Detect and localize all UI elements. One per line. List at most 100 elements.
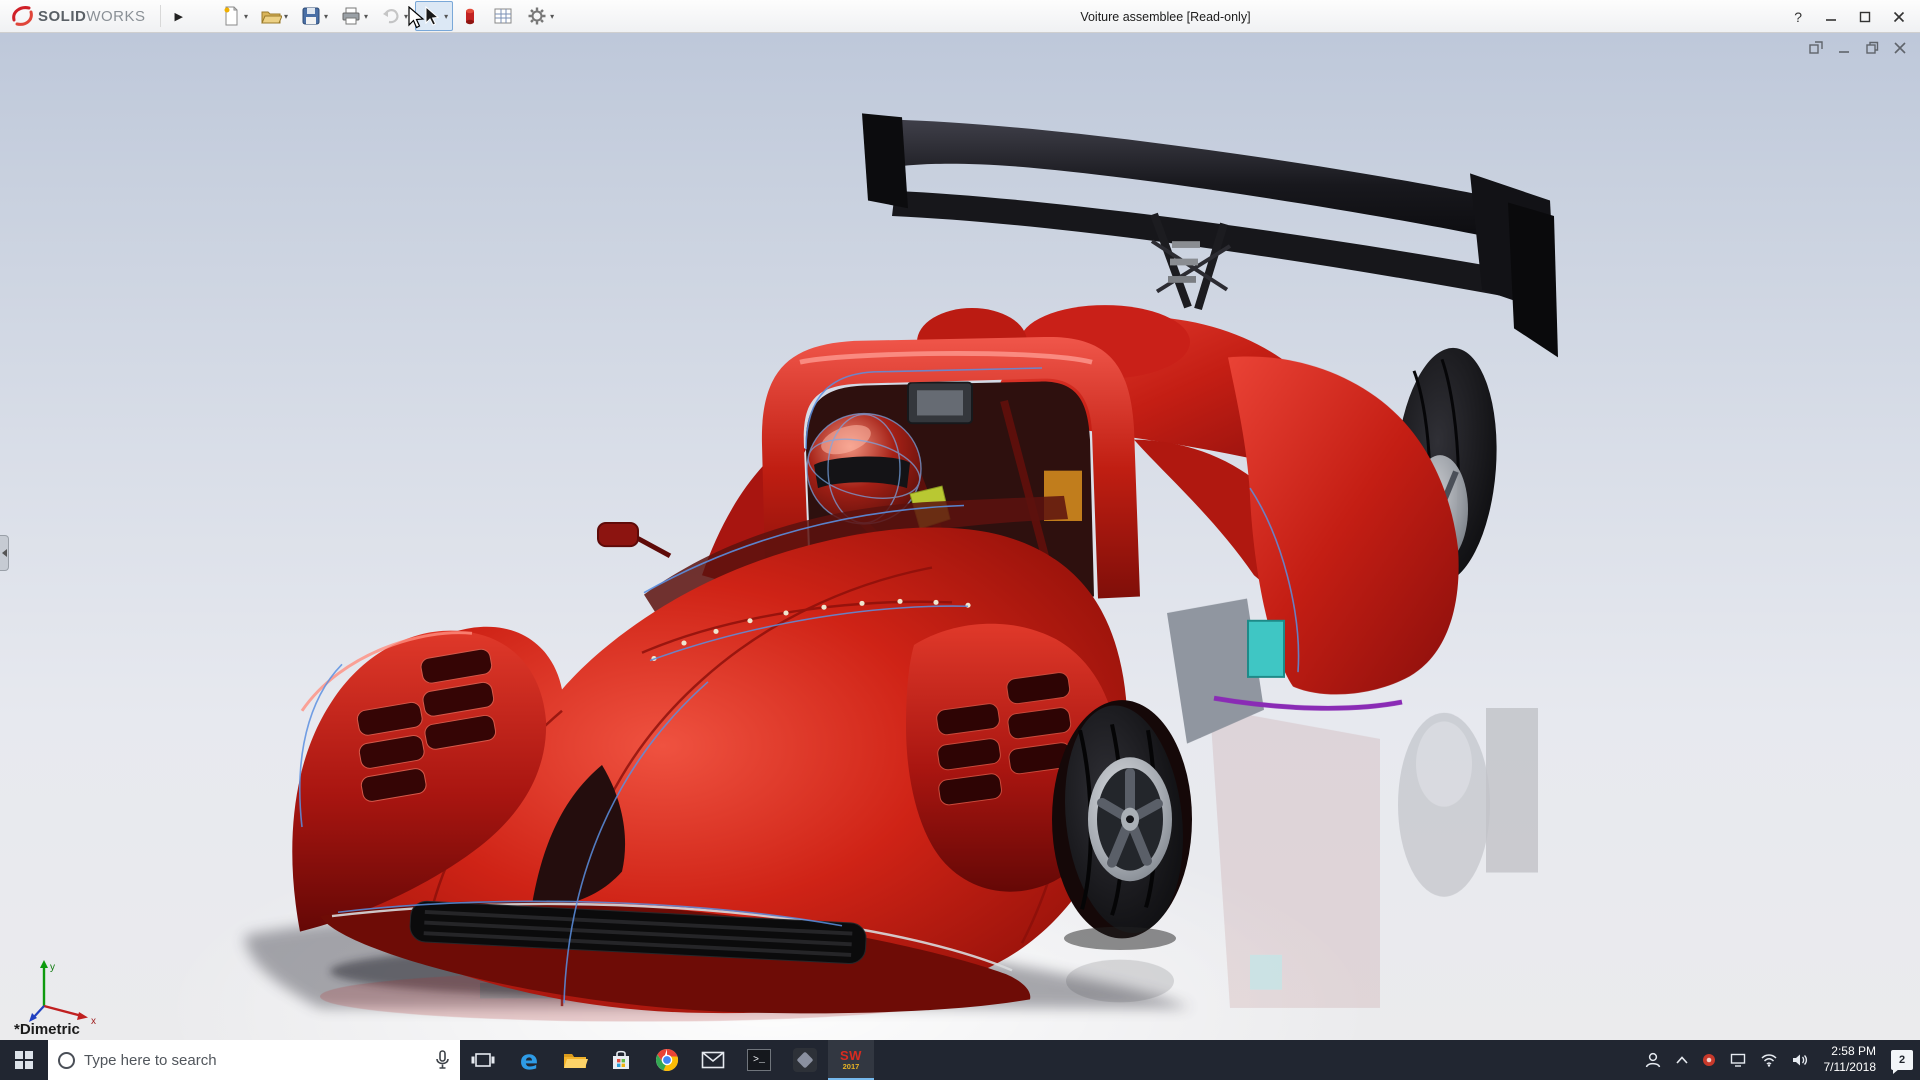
chevron-up-icon [1675, 1056, 1688, 1064]
display-icon [1730, 1053, 1745, 1067]
ds-logo-icon [12, 6, 33, 26]
app-viewer[interactable] [782, 1040, 828, 1080]
graphics-viewport[interactable]: y x *Dimetric [0, 33, 1920, 1040]
rearview-mirror[interactable] [907, 381, 973, 425]
titlebar: SOLIDWORKS ▶ ▾ ▾ ▾ ▾ ▾ ▾ ▾ Voiture assem… [0, 0, 1920, 33]
app-chrome[interactable] [644, 1040, 690, 1080]
select-cursor-icon [425, 5, 440, 26]
dropdown-caret[interactable]: ▾ [404, 12, 408, 21]
maximize-icon [1859, 11, 1871, 22]
undo-icon [383, 9, 399, 24]
task-view-button[interactable] [460, 1040, 506, 1080]
print-icon [342, 7, 360, 25]
tray-people-button[interactable] [1637, 1040, 1669, 1080]
design-table-icon [494, 8, 512, 24]
tray-app-red[interactable] [1695, 1040, 1723, 1080]
start-button[interactable] [0, 1040, 48, 1080]
minimize-document-button[interactable] [1836, 40, 1852, 56]
window-title: Voiture assemblee [Read-only] [1080, 9, 1251, 24]
notification-badge: 2 [1898, 1054, 1906, 1066]
tray-show-hidden-button[interactable] [1669, 1040, 1695, 1080]
red-app-icon [1702, 1054, 1715, 1066]
network-wifi-icon [1760, 1054, 1777, 1067]
design-table-button[interactable] [487, 1, 519, 31]
new-document-button[interactable]: ▾ [215, 1, 253, 31]
save-icon [302, 7, 320, 25]
options-button[interactable]: ▾ [521, 1, 559, 31]
task-view-icon [471, 1053, 495, 1067]
open-document-button[interactable]: ▾ [255, 1, 293, 31]
menu-expand-arrow[interactable]: ▶ [167, 8, 191, 25]
axis-triad: y x [29, 960, 96, 1026]
tray-display-button[interactable] [1723, 1040, 1753, 1080]
dropdown-caret[interactable]: ▾ [244, 12, 248, 21]
clock-time: 2:58 PM [1831, 1044, 1876, 1059]
axis-y-label: y [50, 962, 55, 973]
macro-record-button[interactable] [455, 1, 485, 31]
restore-document-button[interactable] [1864, 40, 1880, 56]
car-model-3d[interactable] [0, 33, 1920, 1040]
window-controls: ? [1784, 0, 1914, 33]
chrome-icon [655, 1048, 679, 1071]
maximize-button[interactable] [1850, 5, 1880, 29]
edge-icon: e [519, 1044, 539, 1076]
taskbar-search[interactable] [48, 1040, 460, 1080]
solidworks-logo: SOLIDWORKS [0, 4, 154, 28]
action-center-button[interactable]: 2 [1884, 1040, 1920, 1080]
front-wheel[interactable] [1052, 700, 1194, 950]
dropdown-caret[interactable]: ▾ [444, 12, 448, 21]
microphone-icon[interactable] [435, 1050, 450, 1070]
view-orientation-label: *Dimetric [14, 1021, 80, 1038]
minimize-icon [1826, 18, 1836, 21]
solidworks-taskbar-icon: SW 2017 [840, 1048, 862, 1072]
dropdown-caret[interactable]: ▾ [284, 12, 288, 21]
close-button[interactable] [1884, 5, 1914, 29]
dropdown-caret[interactable]: ▾ [364, 12, 368, 21]
document-window-controls [1808, 40, 1908, 56]
store-icon [613, 1050, 629, 1069]
macro-record-icon [466, 8, 475, 25]
axis-x-label: x [91, 1016, 96, 1026]
left-side-mirror[interactable] [597, 521, 672, 558]
cortana-icon [58, 1051, 75, 1069]
file-explorer-icon [564, 1054, 588, 1068]
volume-icon [1792, 1054, 1807, 1066]
console-icon: >_ [747, 1049, 771, 1071]
tray-volume-button[interactable] [1785, 1040, 1816, 1080]
search-input[interactable] [84, 1051, 426, 1069]
tray-clock[interactable]: 2:58 PM 7/11/2018 [1816, 1044, 1885, 1075]
float-window-button[interactable] [1808, 40, 1824, 56]
app-mail[interactable] [690, 1040, 736, 1080]
app-console[interactable]: >_ [736, 1040, 782, 1080]
windows-taskbar: e >_ [0, 1040, 1920, 1080]
mail-icon [701, 1051, 725, 1069]
windows-logo-icon [15, 1051, 33, 1069]
system-tray: 2:58 PM 7/11/2018 2 [1637, 1040, 1920, 1080]
side-window-teal [1247, 619, 1285, 678]
print-button[interactable]: ▾ [335, 1, 373, 31]
people-icon [1645, 1052, 1660, 1068]
viewer-app-icon [793, 1048, 817, 1072]
solidworks-wordmark: SOLIDWORKS [38, 7, 146, 25]
app-solidworks[interactable]: SW 2017 [828, 1040, 874, 1080]
minimize-button[interactable] [1816, 5, 1846, 29]
tray-network-button[interactable] [1753, 1040, 1785, 1080]
new-document-icon [224, 6, 238, 26]
open-document-icon [261, 11, 282, 24]
undo-button[interactable]: ▾ [375, 1, 413, 31]
app-edge[interactable]: e [506, 1040, 552, 1080]
close-icon [1893, 11, 1905, 22]
options-gear-icon [528, 7, 546, 25]
select-tool-button[interactable]: ▾ [415, 1, 454, 31]
dropdown-caret[interactable]: ▾ [550, 12, 554, 21]
close-document-button[interactable] [1892, 40, 1908, 56]
app-file-explorer[interactable] [552, 1040, 598, 1080]
action-center-icon: 2 [1891, 1050, 1913, 1074]
dropdown-caret[interactable]: ▾ [324, 12, 328, 21]
save-button[interactable]: ▾ [295, 1, 333, 31]
feature-panel-collapse-tab[interactable] [0, 535, 9, 571]
app-store[interactable] [598, 1040, 644, 1080]
separator [159, 5, 161, 27]
help-button[interactable]: ? [1784, 9, 1812, 25]
clock-date: 7/11/2018 [1823, 1060, 1877, 1074]
